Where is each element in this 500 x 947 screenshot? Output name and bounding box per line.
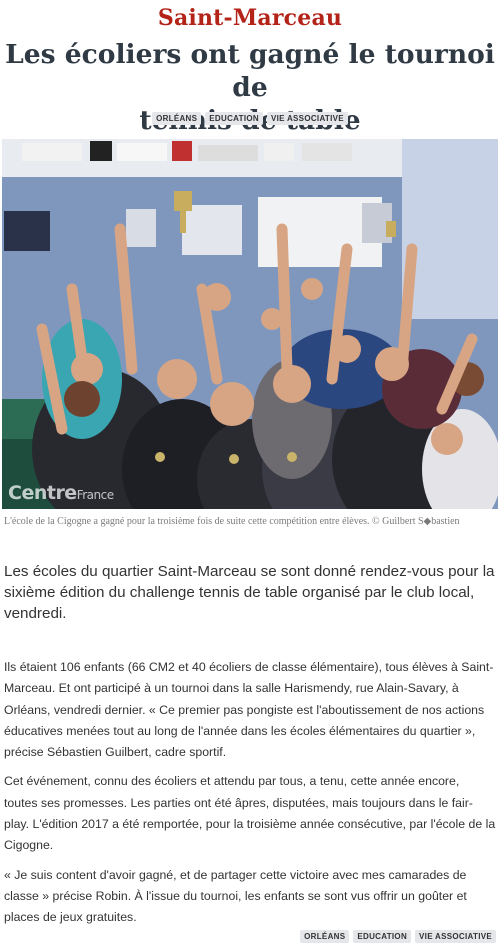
tag-orleans[interactable]: ORLÉANS <box>152 112 202 125</box>
tag-education[interactable]: EDUCATION <box>353 930 412 943</box>
photo-caption: L'école de la Cigogne a gagné pour la tr… <box>4 516 460 527</box>
photo-watermark: CentreFrance <box>8 482 114 504</box>
article-paragraph: Cet événement, connu des écoliers et att… <box>4 774 496 853</box>
article-photo: CentreFrance <box>2 139 498 509</box>
article-kicker: Saint-Marceau <box>157 5 343 31</box>
tag-education[interactable]: EDUCATION <box>205 112 263 125</box>
article-paragraph: « Je suis content d'avoir gagné, et de p… <box>4 867 467 925</box>
tag-list-bottom: ORLÉANS EDUCATION VIE ASSOCIATIVE <box>300 930 496 943</box>
article-lead: Les écoles du quartier Saint-Marceau se … <box>4 563 495 622</box>
article-body: Ils étaient 106 enfants (66 CM2 et 40 éc… <box>4 657 496 937</box>
tag-vie-associative[interactable]: VIE ASSOCIATIVE <box>415 930 496 943</box>
article-paragraph: Ils étaient 106 enfants (66 CM2 et 40 éc… <box>4 660 494 760</box>
tag-list-top: ORLÉANS EDUCATION VIE ASSOCIATIVE <box>0 112 500 125</box>
tag-vie-associative[interactable]: VIE ASSOCIATIVE <box>266 112 348 125</box>
headline-line-1: Les écoliers ont gagné le tournoi de <box>5 39 495 103</box>
tag-orleans[interactable]: ORLÉANS <box>300 930 350 943</box>
group-photo-children-trophies <box>2 139 498 509</box>
